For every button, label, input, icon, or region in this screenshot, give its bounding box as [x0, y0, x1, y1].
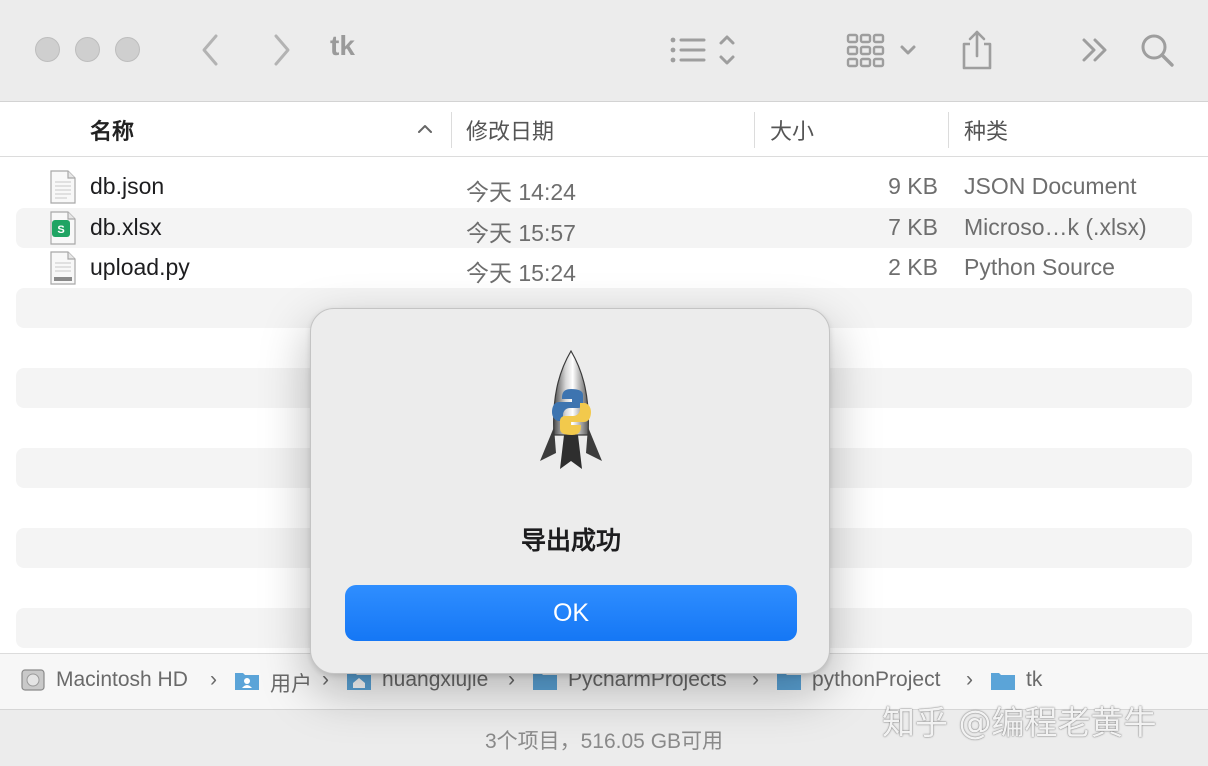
chevron-left-icon [202, 34, 218, 66]
python-launcher-rocket-icon [540, 349, 602, 469]
watermark: 知乎 @编程老黄牛 [882, 703, 1157, 742]
window-title: tk [330, 30, 355, 61]
chevron-right-icon [274, 34, 290, 66]
column-name-header[interactable]: 名称 [90, 114, 134, 146]
list-view-icon [670, 35, 735, 65]
user-folder-icon [235, 673, 259, 690]
back-button[interactable] [190, 28, 230, 72]
column-kind-header[interactable]: 种类 [964, 114, 1008, 146]
file-row[interactable]: db.json 今天 14:24 9 KB JSON Document [16, 167, 1192, 207]
document-icon [50, 170, 76, 204]
file-modified: 今天 14:24 [466, 179, 576, 205]
folder-icon [991, 673, 1015, 690]
toolbar: tk [0, 0, 1208, 102]
column-modified-header[interactable]: 修改日期 [466, 114, 554, 146]
file-modified: 今天 15:57 [466, 220, 576, 246]
path-separator: › [966, 668, 973, 691]
share-icon [962, 30, 992, 70]
column-divider[interactable] [451, 112, 452, 148]
file-name: db.xlsx [90, 214, 162, 240]
column-size-header[interactable]: 大小 [770, 114, 814, 146]
spreadsheet-icon: S [50, 211, 76, 245]
file-row[interactable]: S db.xlsx 今天 15:57 7 KB Microso…k (.xlsx… [16, 208, 1192, 248]
search-icon [1141, 34, 1174, 67]
forward-button[interactable] [262, 28, 302, 72]
sort-ascending-icon [416, 120, 434, 138]
column-divider[interactable] [948, 112, 949, 148]
python-file-icon [50, 251, 76, 285]
search-button[interactable] [1138, 26, 1176, 74]
path-crumb[interactable]: tk [1026, 668, 1042, 692]
file-size: 2 KB [888, 254, 938, 280]
path-crumb[interactable]: Macintosh HD [56, 668, 188, 692]
minimize-window-button[interactable] [75, 37, 100, 62]
alert-dialog: 导出成功 OK [310, 308, 830, 674]
svg-text:S: S [57, 224, 64, 236]
more-toolbar-button[interactable] [1078, 26, 1112, 74]
path-separator: › [210, 668, 217, 691]
dialog-message: 导出成功 [520, 527, 621, 555]
file-name: db.json [90, 173, 165, 199]
share-button[interactable] [958, 26, 996, 74]
group-button[interactable] [846, 26, 918, 74]
path-crumb[interactable]: pythonProject [812, 668, 940, 692]
file-kind: JSON Document [964, 173, 1137, 199]
file-size: 7 KB [888, 214, 938, 240]
hard-drive-icon [21, 669, 45, 691]
file-row[interactable]: upload.py 今天 15:24 2 KB Python Source [16, 248, 1192, 288]
file-kind: Python Source [964, 254, 1115, 280]
list-view-button[interactable] [668, 26, 740, 74]
path-crumb[interactable]: 用户 [270, 668, 312, 698]
zoom-window-button[interactable] [115, 37, 140, 62]
file-size: 9 KB [888, 173, 938, 199]
grid-group-icon [846, 33, 916, 68]
ok-button[interactable]: OK [345, 585, 797, 641]
file-kind: Microso…k (.xlsx) [964, 214, 1147, 240]
double-chevron-icon [1082, 38, 1107, 62]
file-name: upload.py [90, 254, 190, 280]
column-header: 名称 修改日期 大小 种类 [0, 102, 1208, 157]
column-divider[interactable] [754, 112, 755, 148]
close-window-button[interactable] [35, 37, 60, 62]
file-modified: 今天 15:24 [466, 260, 576, 286]
